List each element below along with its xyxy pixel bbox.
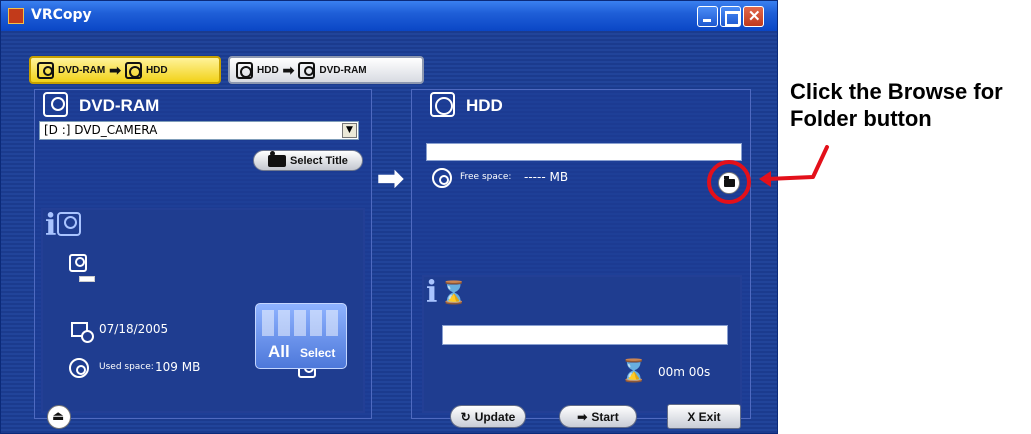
tab-to-label: HDD xyxy=(145,64,168,76)
used-space-value: 109 MB xyxy=(155,360,201,374)
info-icon: i xyxy=(426,275,438,310)
hdd-icon xyxy=(430,92,455,117)
hdd-icon xyxy=(236,61,253,79)
free-space-value: ----- MB xyxy=(524,170,569,184)
update-label: Update xyxy=(474,409,516,424)
disc-icon xyxy=(298,61,316,79)
recorded-date: 07/18/2005 xyxy=(99,322,169,336)
select-label: Select xyxy=(300,346,336,360)
source-title: DVD-RAM xyxy=(79,96,160,115)
thumbnail-grid xyxy=(262,310,342,336)
update-button[interactable]: ↻ Update xyxy=(450,405,526,428)
stage: VRCopy DVD-RAM ➡ HDD HDD ➡ DVD-RAM xyxy=(0,0,1031,434)
info-icon: i xyxy=(45,208,57,243)
dvd-ram-icon xyxy=(43,92,68,117)
free-space-label: Free space: xyxy=(460,172,512,182)
annotation-arrow xyxy=(759,145,829,187)
progress-panel: i ⌛ ⌛ 00m 00s xyxy=(422,275,742,413)
all-label: All xyxy=(268,342,290,361)
close-button[interactable] xyxy=(743,6,764,27)
dest-title: HDD xyxy=(466,96,503,115)
title-bar[interactable]: VRCopy xyxy=(1,1,777,31)
free-space-icon xyxy=(432,168,452,188)
copy-direction-arrow-icon: ➡ xyxy=(377,160,404,196)
arrow-right-icon: ➡ xyxy=(577,409,588,424)
annotation-text: Click the Browse for Folder button xyxy=(790,79,1003,131)
drive-select[interactable]: [D :] DVD_CAMERA ▼ xyxy=(39,121,359,140)
drive-select-value: [D :] DVD_CAMERA xyxy=(44,123,158,137)
select-title-label: Select Title xyxy=(290,154,348,167)
disc-icon xyxy=(69,254,87,272)
start-button[interactable]: ➡ Start xyxy=(559,405,637,428)
select-title-button[interactable]: Select Title xyxy=(253,150,363,171)
tab-from-label: HDD xyxy=(257,64,279,76)
app-icon xyxy=(8,8,24,24)
highlight-circle xyxy=(707,160,751,204)
minimize-button[interactable] xyxy=(697,6,718,27)
hourglass-icon: ⌛ xyxy=(620,358,648,383)
disc-info-icon xyxy=(57,212,81,236)
title-info-panel: i 07/18/2005 Used space: 109 MB All Sele… xyxy=(41,208,365,413)
start-label: Start xyxy=(591,409,619,424)
used-space-label: Used space: xyxy=(99,362,154,372)
calendar-icon xyxy=(71,322,94,343)
arrow-icon: ➡ xyxy=(282,61,295,78)
tab-dvdram-to-hdd[interactable]: DVD-RAM ➡ HDD xyxy=(29,56,221,84)
camera-icon xyxy=(268,150,287,167)
tab-hdd-to-dvdram[interactable]: HDD ➡ DVD-RAM xyxy=(228,56,424,84)
tab-to-label: DVD-RAM xyxy=(319,64,367,76)
exit-label: X Exit xyxy=(687,409,721,424)
all-select-button[interactable]: All Select xyxy=(255,303,347,369)
refresh-icon: ↻ xyxy=(460,409,471,424)
destination-path-field[interactable] xyxy=(426,143,742,161)
disc-icon xyxy=(37,61,54,79)
tab-from-label: DVD-RAM xyxy=(58,64,106,76)
chevron-down-icon[interactable]: ▼ xyxy=(342,123,357,138)
destination-panel: HDD Free space: ----- MB i ⌛ ⌛ 00m 00s xyxy=(411,89,751,419)
arrow-icon: ➡ xyxy=(109,61,121,78)
window-body: DVD-RAM ➡ HDD HDD ➡ DVD-RAM DVD-RAM [D :… xyxy=(1,31,777,433)
hourglass-icon: ⌛ xyxy=(440,280,468,305)
disc-strip xyxy=(79,276,95,282)
source-panel: DVD-RAM [D :] DVD_CAMERA ▼ Select Title … xyxy=(34,89,372,419)
disc-space-icon xyxy=(69,358,89,378)
exit-button[interactable]: X Exit xyxy=(667,404,741,429)
eject-button[interactable] xyxy=(47,405,71,429)
maximize-button[interactable] xyxy=(720,6,741,27)
app-window: VRCopy DVD-RAM ➡ HDD HDD ➡ DVD-RAM xyxy=(0,0,778,434)
elapsed-time: 00m 00s xyxy=(658,365,711,379)
progress-bar xyxy=(442,325,728,345)
hdd-icon xyxy=(124,61,142,79)
window-title: VRCopy xyxy=(31,7,92,23)
